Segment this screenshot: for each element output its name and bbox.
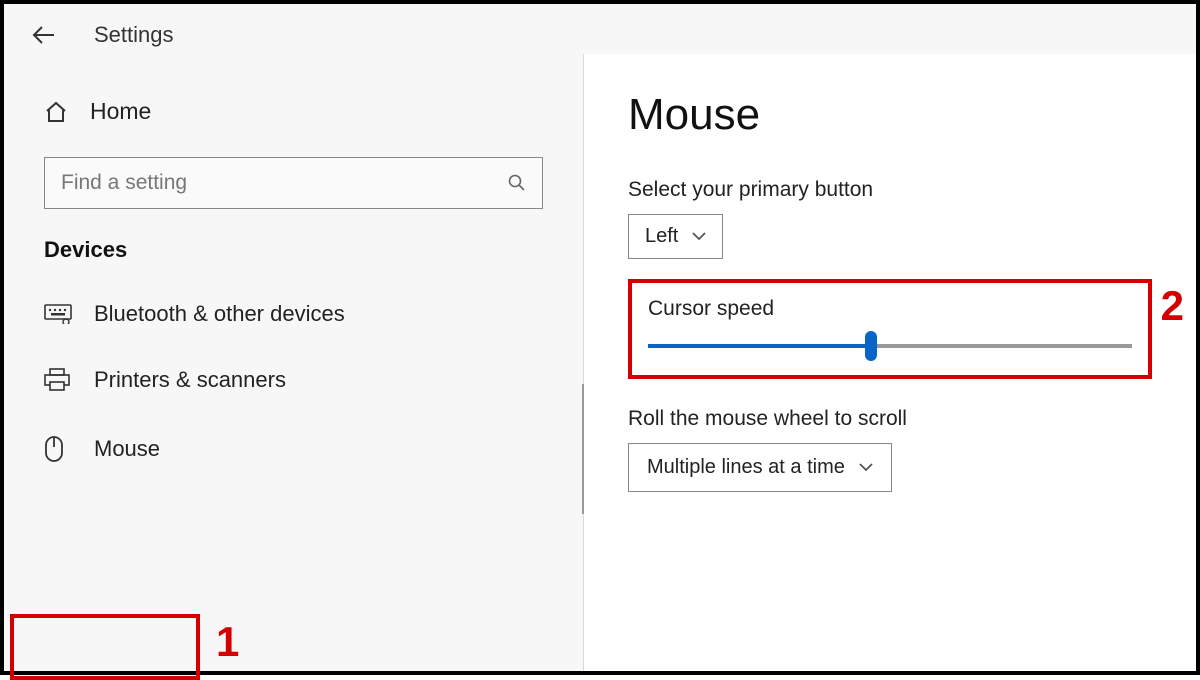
search-input[interactable] [61,171,508,195]
content-pane: Mouse Select your primary button Left 2 … [584,54,1196,671]
annotation-number-2: 2 [1161,282,1184,330]
window-header: Settings [4,4,1196,54]
body-area: Home Devices Bluetooth & other devices P… [4,54,1196,671]
back-arrow-icon[interactable] [32,26,54,44]
home-nav[interactable]: Home [4,84,583,139]
scroll-value: Multiple lines at a time [647,456,845,479]
annotation-number-1: 1 [216,618,239,666]
slider-thumb[interactable] [865,331,877,361]
sidebar-item-label: Printers & scanners [94,367,286,393]
sidebar-item-label: Bluetooth & other devices [94,301,345,327]
sidebar-item-mouse[interactable]: Mouse [4,419,583,479]
primary-button-label: Select your primary button [628,178,1152,202]
printer-icon [44,368,70,392]
scroll-label: Roll the mouse wheel to scroll [628,407,1152,431]
chevron-down-icon [859,463,873,472]
sidebar-item-label: Mouse [94,436,160,462]
chevron-down-icon [692,232,706,241]
app-title: Settings [94,22,174,48]
search-box[interactable] [44,157,543,209]
primary-button-value: Left [645,225,678,248]
category-label: Devices [4,237,583,281]
scroll-dropdown[interactable]: Multiple lines at a time [628,443,892,492]
annotation-highlight-1 [10,614,200,680]
slider-fill [648,344,871,348]
mouse-icon [44,435,70,463]
cursor-speed-slider[interactable] [648,337,1132,355]
primary-button-dropdown[interactable]: Left [628,214,723,259]
page-title: Mouse [628,90,1152,140]
keyboard-icon [44,304,70,324]
home-label: Home [90,98,151,125]
search-icon [508,174,526,192]
sidebar-item-printers[interactable]: Printers & scanners [4,347,583,413]
home-icon [44,100,68,124]
cursor-speed-label: Cursor speed [648,297,1132,321]
annotation-highlight-2: Cursor speed [628,279,1152,379]
sidebar-item-bluetooth[interactable]: Bluetooth & other devices [4,281,583,347]
sidebar: Home Devices Bluetooth & other devices P… [4,54,584,671]
